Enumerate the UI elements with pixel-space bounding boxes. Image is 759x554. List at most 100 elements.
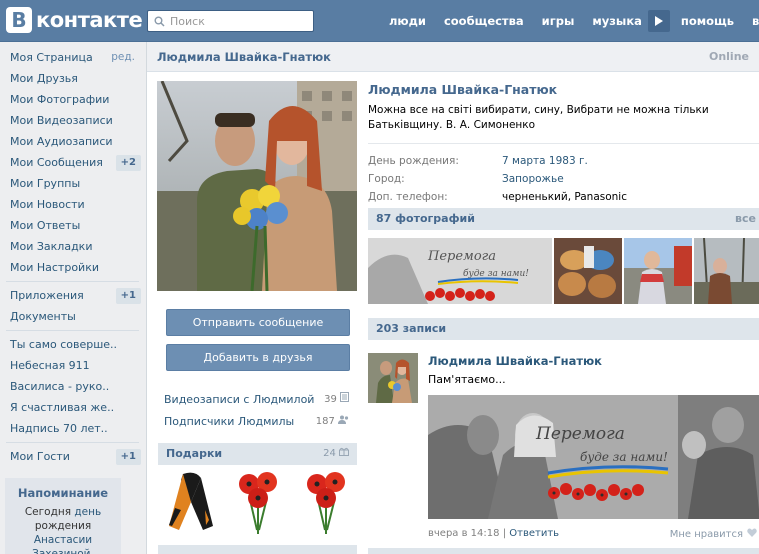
edit-link[interactable]: ред. (111, 47, 135, 68)
menu-friends[interactable]: Мои Друзья (0, 68, 145, 89)
logo-letter: В (6, 7, 32, 33)
photos-all-link[interactable]: все (735, 208, 756, 230)
menu-divider (6, 330, 139, 331)
next-section-header (158, 545, 357, 554)
photo-caption-1: Перемога (427, 249, 496, 264)
post-caption-1: Перемога (535, 424, 625, 444)
search-icon (154, 16, 165, 27)
gifts-header[interactable]: Подарки 24 (158, 443, 357, 465)
menu-label: Мои Сообщения (10, 156, 103, 169)
nav-games[interactable]: игры (533, 14, 584, 28)
menu-game-2[interactable]: Небесная 911 (0, 355, 145, 376)
reminder-link-person[interactable]: Анастасии Захезиной (32, 534, 92, 554)
birthday-value[interactable]: 7 марта 1983 г. (502, 152, 588, 170)
info-phone: Доп. телефон: черненький, Panasonic (368, 188, 759, 206)
menu-bookmarks[interactable]: Мои Закладки (0, 236, 145, 257)
like-button[interactable]: Мне нравится (670, 528, 757, 540)
phone-value: черненький, Panasonic (502, 191, 627, 203)
nav-communities[interactable]: сообщества (435, 14, 533, 28)
subs-count-wrap: 187 (316, 413, 349, 432)
menu-game-3[interactable]: Василиса - руко.. (0, 376, 145, 397)
menu-audio[interactable]: Мои Аудиозаписи (0, 131, 145, 152)
profile-name: Людмила Швайка-Гнатюк (368, 82, 558, 97)
profile-info: Людмила Швайка-Гнатюк Можна все на світі… (368, 81, 759, 206)
menu-my-page[interactable]: Моя Страница ред. (0, 47, 145, 68)
photo-thumb-1[interactable]: Перемога буде за нами! (368, 238, 552, 304)
top-nav: люди сообщества игры музыка помощь вы (380, 0, 759, 42)
profile-status[interactable]: Можна все на світі вибирати, сину, Вибра… (368, 103, 759, 133)
search-box[interactable] (147, 10, 314, 32)
subscribers-label: Подписчики Людмилы (164, 415, 295, 428)
photo-caption-2: буде за нами! (463, 268, 529, 279)
info-city: Город: Запорожье (368, 170, 759, 188)
photo-thumb-4[interactable] (694, 238, 759, 304)
post-author-avatar[interactable] (368, 353, 418, 403)
menu-videos[interactable]: Мои Видеозаписи (0, 110, 145, 131)
videos-label: Видеозаписи с Людмилой (164, 393, 315, 406)
menu-groups[interactable]: Мои Группы (0, 173, 145, 194)
play-icon[interactable] (647, 10, 670, 32)
gifts-count: 24 (323, 448, 336, 459)
nav-music[interactable]: музыка (583, 14, 646, 28)
left-menu: Моя Страница ред. Мои Друзья Мои Фотограф… (0, 47, 145, 467)
menu-guests[interactable]: Мои Гости +1 (0, 446, 145, 467)
reminder-text: Сегодня день рождения Анастасии Захезиной… (9, 505, 117, 554)
gift-icon (339, 447, 349, 459)
subscribers-count: 187 (315, 416, 335, 427)
post-image[interactable]: Перемога буде за нами! (428, 395, 759, 519)
info-birthday: День рождения: 7 марта 1983 г. (368, 152, 759, 170)
post-caption-2: буде за нами! (580, 450, 668, 464)
menu-game-4[interactable]: Я счастливая же.. (0, 397, 145, 418)
send-message-button[interactable]: Отправить сообщение (166, 309, 350, 336)
gift-ribbon[interactable] (161, 470, 219, 536)
nav-people[interactable]: люди (380, 14, 435, 28)
vk-logo[interactable]: В контакте (6, 6, 143, 34)
users-icon (338, 413, 349, 431)
reply-link[interactable]: Ответить (509, 528, 559, 539)
menu-news[interactable]: Мои Новости (0, 194, 145, 215)
guests-badge: +1 (115, 449, 141, 465)
videos-count: 39 (324, 394, 337, 405)
profile-photo[interactable] (157, 81, 357, 291)
photo-thumb-2[interactable] (554, 238, 622, 304)
reminder-text-part: . (90, 548, 94, 554)
posts-header[interactable]: 203 записи (368, 318, 759, 340)
heart-icon (747, 528, 757, 540)
photos-title: 87 фотографий (376, 212, 475, 225)
photos-header[interactable]: 87 фотографий все (368, 208, 759, 230)
menu-settings[interactable]: Мои Настройки (0, 257, 145, 278)
videos-link[interactable]: Видеозаписи с Людмилой 39 (164, 391, 349, 409)
nav-logout[interactable]: вы (743, 14, 759, 28)
messages-badge: +2 (115, 155, 141, 171)
reminder-link-day[interactable]: день (74, 506, 101, 518)
menu-label: Мои Гости (10, 450, 70, 463)
menu-game-1[interactable]: Ты само соверше.. (0, 334, 145, 355)
gift-poppies-2[interactable] (297, 470, 355, 536)
info-divider (368, 143, 759, 144)
videos-count-wrap: 39 (324, 391, 349, 410)
gift-poppies-1[interactable] (229, 470, 287, 536)
menu-messages[interactable]: Мои Сообщения +2 (0, 152, 145, 173)
info-label: Город: (368, 173, 405, 185)
search-input[interactable] (170, 14, 300, 28)
add-friend-button[interactable]: Добавить в друзья (166, 344, 350, 371)
menu-answers[interactable]: Мои Ответы (0, 215, 145, 236)
nav-help[interactable]: помощь (672, 14, 743, 28)
logo-text: контакте (36, 8, 143, 32)
menu-photos[interactable]: Мои Фотографии (0, 89, 145, 110)
post-time[interactable]: вчера в 14:18 (428, 528, 500, 539)
city-value[interactable]: Запорожье (502, 170, 564, 188)
post-author-name[interactable]: Людмила Швайка-Гнатюк (428, 354, 602, 368)
photo-thumb-3[interactable] (624, 238, 692, 304)
reminder-box: Напоминание Сегодня день рождения Анастас… (5, 478, 121, 554)
subscribers-link[interactable]: Подписчики Людмилы 187 (164, 413, 349, 431)
gifts-count-wrap: 24 (323, 443, 349, 465)
menu-divider (6, 442, 139, 443)
reminder-title: Напоминание (17, 486, 109, 500)
menu-game-5[interactable]: Надпись 70 лет.. (0, 418, 145, 439)
menu-apps[interactable]: Приложения +1 (0, 285, 145, 306)
menu-documents[interactable]: Документы (0, 306, 145, 327)
posts-title: 203 записи (376, 322, 447, 335)
info-label: День рождения: (368, 155, 459, 167)
profile-panel: Людмила Швайка-Гнатюк Online Отправить с… (146, 42, 759, 554)
